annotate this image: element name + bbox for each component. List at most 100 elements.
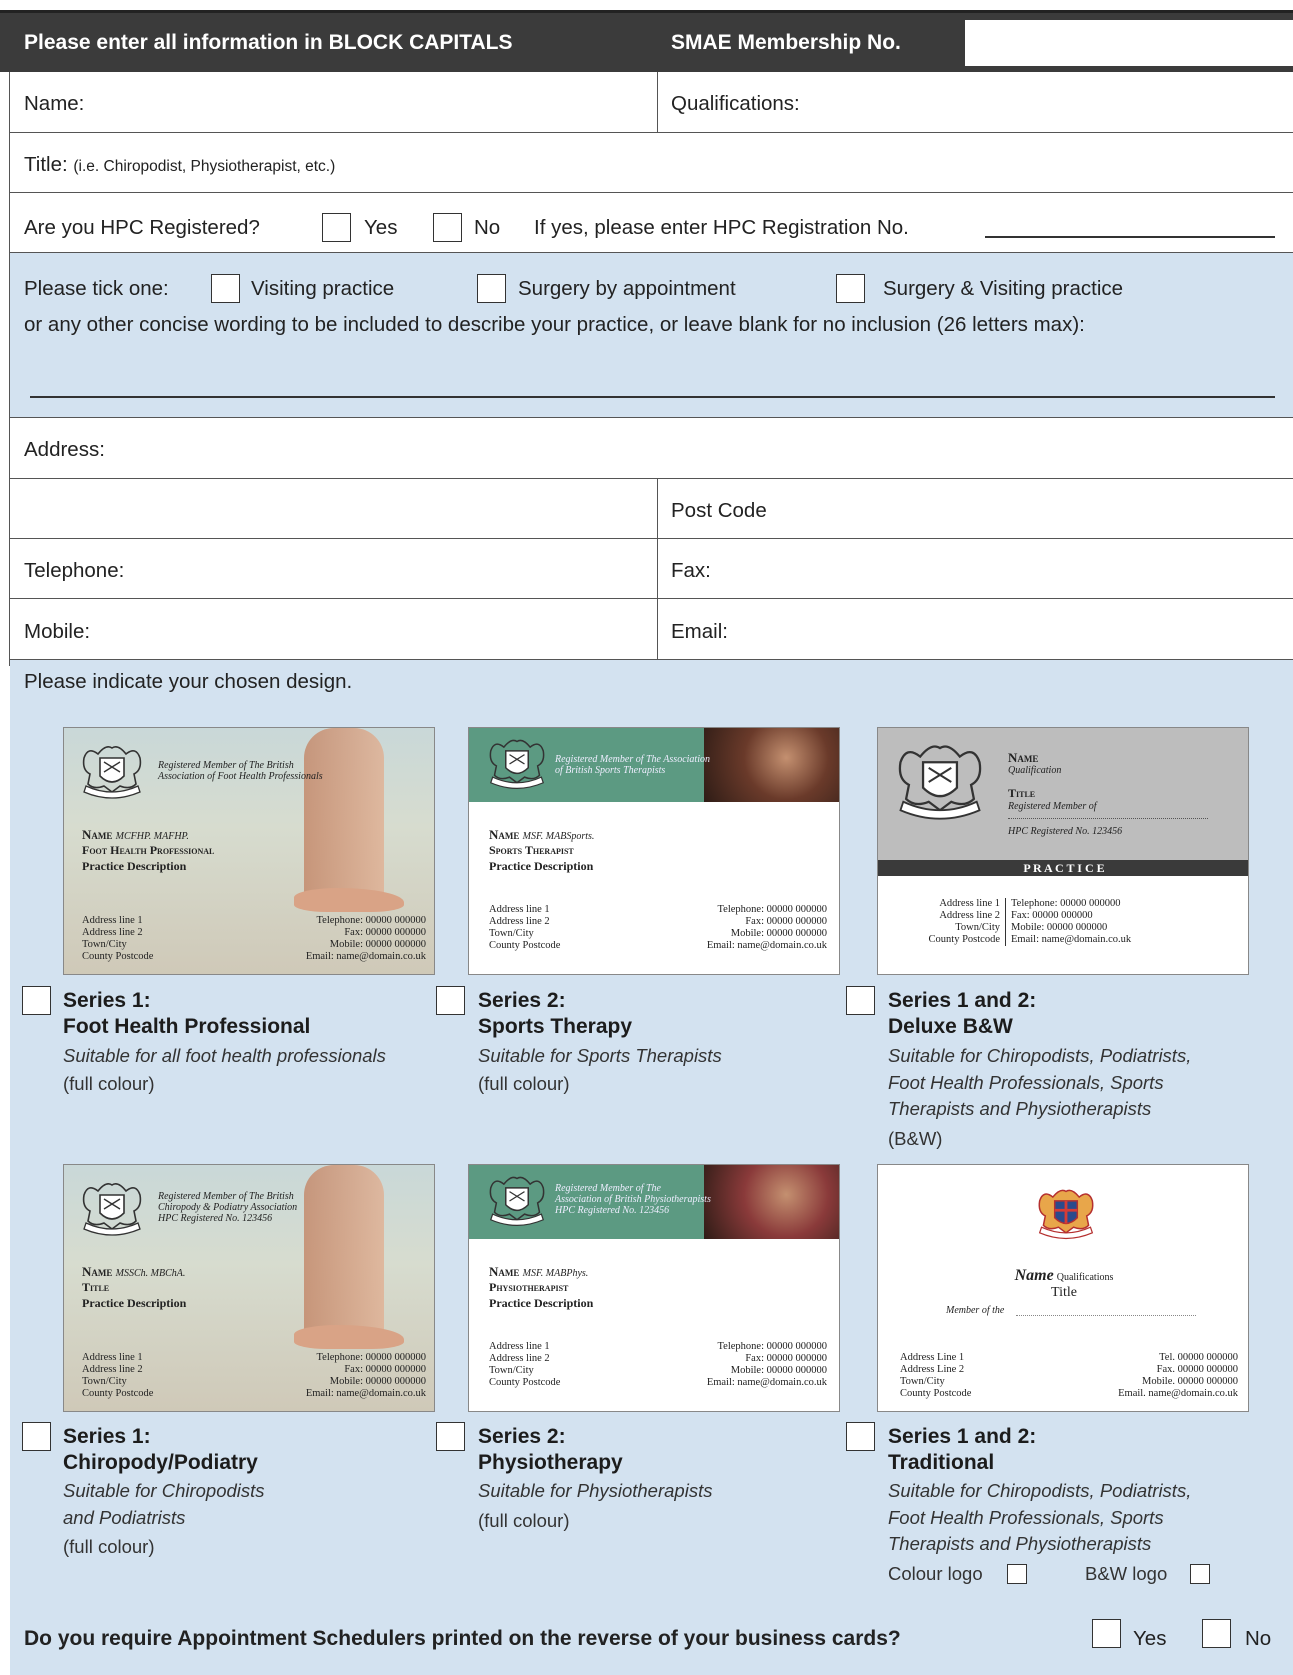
surgery-visiting-label: Surgery & Visiting practice	[883, 277, 1124, 300]
card-name: Name MCFHP. MAFHP.	[82, 827, 189, 842]
card-name: Name MSSCh. MBChA.	[82, 1264, 186, 1279]
card-name: Name Qualifications	[1014, 1267, 1114, 1284]
card-contact: Telephone: 00000 000000 Fax: 00000 000000…	[706, 904, 827, 951]
visiting-practice-checkbox[interactable]	[211, 274, 240, 303]
surgery-visiting-checkbox[interactable]	[836, 274, 865, 303]
membership-label: SMAE Membership No.	[671, 31, 901, 54]
scheduler-yes-checkbox[interactable]	[1092, 1619, 1121, 1648]
card-title: Title	[1008, 786, 1036, 800]
card-practice: Practice Description	[82, 859, 187, 873]
card-sports-therapy[interactable]: Registered Member of The Association of B…	[468, 727, 840, 975]
bw-logo-label: B&W logo	[1085, 1563, 1168, 1584]
email-field[interactable]	[750, 606, 1290, 652]
telephone-label: Telephone:	[24, 559, 125, 582]
crest-logo	[82, 1183, 142, 1236]
mobile-field[interactable]	[120, 606, 650, 652]
card-chiropody-podiatry[interactable]: Registered Member of The British Chiropod…	[63, 1164, 435, 1412]
option-1-title: Series 1: Foot Health Professional	[63, 989, 311, 1038]
hpc-no-label: No	[474, 216, 501, 239]
title-field[interactable]	[440, 140, 1290, 184]
visiting-practice-label: Visiting practice	[251, 277, 395, 300]
design-traditional-checkbox[interactable]	[846, 1422, 875, 1451]
design-chiropody-checkbox[interactable]	[22, 1422, 51, 1451]
option-5-note: (full colour)	[478, 1510, 570, 1531]
design-prompt: Please indicate your chosen design.	[24, 670, 353, 693]
bw-logo-checkbox[interactable]	[1190, 1564, 1210, 1584]
colour-logo-checkbox[interactable]	[1007, 1564, 1027, 1584]
name-field[interactable]	[120, 80, 650, 128]
scheduler-no-label: No	[1245, 1627, 1272, 1650]
address-field-line-2[interactable]	[12, 482, 652, 534]
massage-photo	[704, 1165, 839, 1239]
card-title: Title	[82, 1280, 110, 1294]
dotted-rule	[1008, 818, 1208, 819]
option-3-desc: Suitable for Chiropodists, Podiatrists, F…	[888, 1045, 1192, 1119]
card-traditional[interactable]: Name Qualifications Title Member of the …	[877, 1164, 1249, 1412]
card-qualification: Qualification	[1008, 765, 1062, 776]
surgery-appointment-label: Surgery by appointment	[518, 277, 736, 300]
option-6-desc: Suitable for Chiropodists, Podiatrists, F…	[888, 1480, 1192, 1554]
option-1-desc: Suitable for all foot health professiona…	[63, 1045, 386, 1066]
design-sports-therapy-checkbox[interactable]	[436, 986, 465, 1015]
divider	[9, 417, 1293, 418]
card-physiotherapy[interactable]: Registered Member of The Association of B…	[468, 1164, 840, 1412]
hpc-question: Are you HPC Registered?	[24, 216, 260, 239]
surgery-appointment-checkbox[interactable]	[477, 274, 506, 303]
divider	[9, 478, 1293, 479]
address-field-line-1[interactable]	[130, 425, 1290, 473]
design-deluxe-bw-checkbox[interactable]	[846, 986, 875, 1015]
card-foot-health-professional[interactable]: Registered Member of The British Associat…	[63, 727, 435, 975]
card-name: Name MSF. MABPhys.	[489, 1264, 589, 1279]
card-member-of: Member of the	[946, 1305, 1005, 1316]
practice-band: P R A C T I C E	[878, 860, 1248, 876]
block-capitals-instruction: Please enter all information in BLOCK CA…	[24, 31, 513, 54]
postcode-label: Post Code	[671, 499, 767, 522]
crest-logo	[898, 745, 982, 820]
name-label: Name:	[24, 92, 85, 115]
hpc-reg-field[interactable]	[985, 236, 1275, 238]
option-3-note: (B&W)	[888, 1128, 943, 1149]
option-2-desc: Suitable for Sports Therapists	[478, 1045, 722, 1066]
crest-logo	[82, 746, 142, 799]
option-6-title: Series 1 and 2: Traditional	[888, 1425, 1037, 1474]
telephone-field[interactable]	[160, 546, 650, 590]
hpc-reg-label: If yes, please enter HPC Registration No…	[534, 216, 909, 239]
form-header: Please enter all information in BLOCK CA…	[0, 10, 1293, 72]
address-label: Address:	[24, 438, 105, 461]
card-deluxe-bw[interactable]: Name Qualification Title Registered Memb…	[877, 727, 1249, 975]
practice-wording-field[interactable]	[30, 396, 1275, 398]
card-title: Sports Therapist	[489, 843, 574, 857]
registered-member-text: Registered Member of The British Chiropod…	[158, 1191, 298, 1224]
design-physiotherapy-checkbox[interactable]	[436, 1422, 465, 1451]
card-address: Address line 1 Address line 2 Town/City Cou…	[489, 1341, 561, 1388]
option-4-title: Series 1: Chiropody/Podiatry	[63, 1425, 258, 1474]
option-5-title: Series 2: Physiotherapy	[478, 1425, 623, 1474]
email-label: Email:	[671, 620, 728, 643]
registered-member-text: Registered Member of The Association of B…	[555, 1183, 711, 1216]
card-name: Name MSF. MABSports.	[489, 827, 595, 842]
hpc-no-checkbox[interactable]	[433, 213, 462, 242]
membership-number-field[interactable]	[965, 20, 1293, 66]
scheduler-question: Do you require Appointment Schedulers pr…	[24, 1627, 901, 1650]
card-contact: Telephone: 00000 000000 Fax: 00000 000000…	[1011, 898, 1132, 945]
fax-label: Fax:	[671, 559, 711, 582]
scheduler-no-checkbox[interactable]	[1202, 1619, 1231, 1648]
option-4-note: (full colour)	[63, 1536, 155, 1557]
card-contact: Telephone: 00000 000000 Fax: 00000 000000…	[305, 1352, 426, 1399]
qualifications-field[interactable]	[830, 80, 1290, 128]
divider	[9, 598, 1293, 599]
massage-photo	[704, 728, 839, 802]
card-registered: Registered Member of	[1008, 801, 1097, 812]
divider	[657, 72, 658, 132]
card-hpc: HPC Registered No. 123456	[1008, 826, 1123, 837]
card-practice: Practice Description	[489, 859, 594, 873]
hpc-yes-checkbox[interactable]	[322, 213, 351, 242]
title-label-text: Title:	[24, 153, 68, 176]
crest-logo	[489, 1176, 545, 1227]
divider	[9, 538, 1293, 539]
fax-field[interactable]	[730, 546, 1290, 590]
card-practice: Practice Description	[82, 1296, 187, 1310]
postcode-field[interactable]	[800, 486, 1290, 530]
design-foot-health-checkbox[interactable]	[22, 986, 51, 1015]
card-contact: Tel. 00000 000000 Fax. 00000 000000 Mobile…	[1118, 1352, 1238, 1399]
